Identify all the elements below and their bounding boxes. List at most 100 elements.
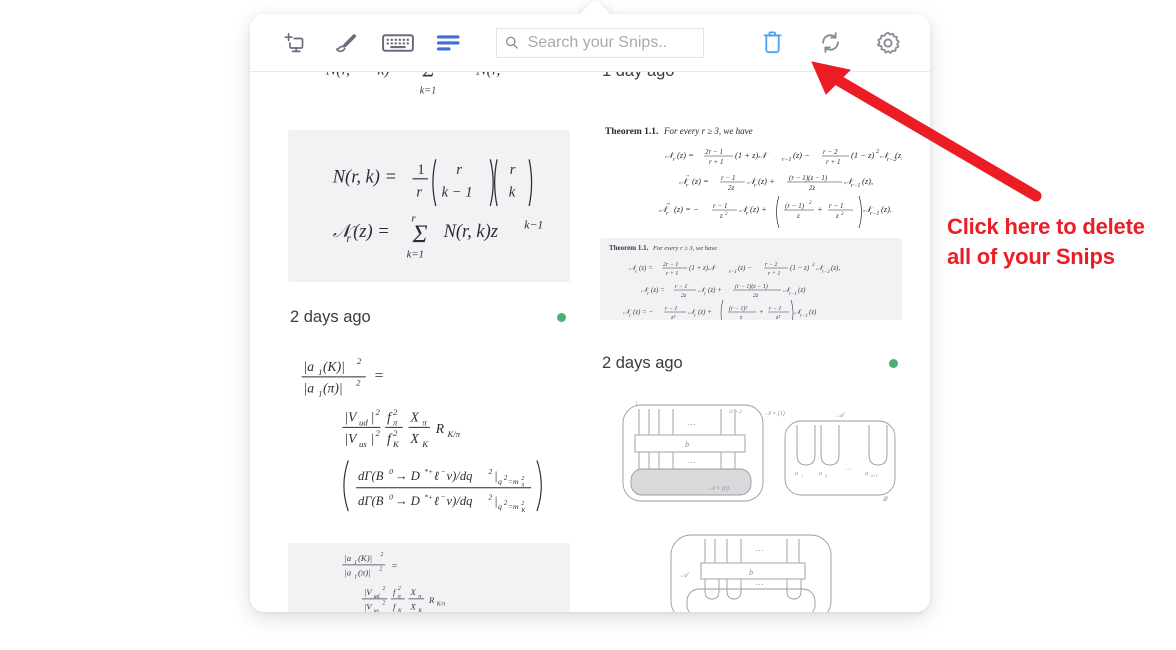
svg-text:N(r, k)z: N(r, k)z xyxy=(443,221,498,242)
svg-text:z: z xyxy=(796,212,800,220)
snip-item[interactable]: ⋯ ⋯ b 𝒜 xyxy=(600,527,902,612)
svg-text:K/π: K/π xyxy=(436,602,447,608)
svg-text:(z) =: (z) = xyxy=(353,221,390,242)
svg-text:r + 1: r + 1 xyxy=(709,158,723,166)
svg-text:(r − 1)(z − 1): (r − 1)(z − 1) xyxy=(789,174,828,182)
diagram-pair-image: ⋯ ⋯ b 𝒩 × (0) 2r + 2 1 𝒩 × (1) ⋯ 𝒜 a1 a … xyxy=(622,402,896,503)
svg-text:𝒩: 𝒩 xyxy=(739,204,750,214)
svg-text:2: 2 xyxy=(825,473,827,478)
svg-text:N(r,: N(r, xyxy=(325,72,350,79)
svg-text:|a: |a xyxy=(344,553,351,563)
svg-text:f: f xyxy=(393,587,397,597)
snip-thumbnail: ⋯ ⋯ b 𝒩 × (0) 2r + 2 1 𝒩 × (1) ⋯ 𝒜 a1 a … xyxy=(600,391,902,513)
svg-text:*+: *+ xyxy=(424,467,433,476)
svg-text:r: r xyxy=(510,162,516,178)
svg-text:+: + xyxy=(759,308,764,316)
svg-text:2z: 2z xyxy=(728,184,735,192)
capture-tool-button[interactable] xyxy=(274,23,314,63)
svg-text:us: us xyxy=(374,609,380,612)
settings-button[interactable] xyxy=(868,23,908,63)
svg-text:⋯: ⋯ xyxy=(687,420,695,429)
svg-text:→ D: → D xyxy=(395,469,420,483)
snip-meta: 2 days ago xyxy=(600,328,902,385)
svg-text:r: r xyxy=(704,292,706,297)
delete-all-button[interactable] xyxy=(752,23,792,63)
svg-text:r: r xyxy=(746,211,749,217)
svg-text:2: 2 xyxy=(521,501,524,507)
svg-text:(z),: (z), xyxy=(895,150,902,160)
svg-text:⋯: ⋯ xyxy=(755,580,763,589)
svg-text:𝒩: 𝒩 xyxy=(747,176,758,186)
search-input[interactable] xyxy=(525,32,695,53)
svg-text:r−1: r−1 xyxy=(729,270,737,275)
svg-text:For every r ≥ 3, we have: For every r ≥ 3, we have xyxy=(663,126,753,136)
svg-text:r: r xyxy=(456,162,462,178)
svg-text:=m: =m xyxy=(508,502,519,511)
refresh-button[interactable] xyxy=(810,23,850,63)
svg-text:2r + 2: 2r + 2 xyxy=(729,410,742,415)
svg-text:=: = xyxy=(391,561,398,572)
svg-text:dΓ(B: dΓ(B xyxy=(358,494,384,508)
snips-grid: N(r, k) Σ N(r, k=1 xyxy=(250,72,930,612)
svg-text:2: 2 xyxy=(841,212,844,217)
trash-icon xyxy=(763,31,781,54)
svg-text:K/π: K/π xyxy=(446,429,460,439)
svg-text:2: 2 xyxy=(376,428,381,438)
svg-text:2: 2 xyxy=(382,601,385,607)
snip-item[interactable]: N(r, k) Σ N(r, k=1 xyxy=(288,72,570,102)
svg-text:a: a xyxy=(865,471,868,477)
snip-item[interactable]: ⋯ ⋯ b 𝒩 × (0) 2r + 2 1 𝒩 × (1) ⋯ 𝒜 a1 a … xyxy=(600,391,902,513)
search-icon xyxy=(505,36,518,49)
svg-text:(K)|: (K)| xyxy=(358,553,372,563)
svg-text:(z) −: (z) − xyxy=(793,150,810,160)
svg-text:2: 2 xyxy=(876,149,879,155)
svg-text:(z) +: (z) + xyxy=(708,286,722,294)
snip-item[interactable]: Theorem 1.1. For every r ≥ 3, we have 𝒩r… xyxy=(600,122,902,230)
svg-text:2: 2 xyxy=(357,356,362,366)
svg-text:r − 2: r − 2 xyxy=(765,262,777,268)
svg-text:(z),: (z), xyxy=(862,176,873,186)
svg-text:R: R xyxy=(435,421,445,436)
svg-text:−: − xyxy=(441,492,446,501)
snip-item[interactable]: Theorem 1.1. For every r ≥ 3, we have 𝒩r… xyxy=(600,238,902,320)
svg-text:r: r xyxy=(686,183,689,189)
svg-text:r − 1: r − 1 xyxy=(713,202,727,210)
svg-text:r−2: r−2 xyxy=(822,270,830,275)
svg-text:K: K xyxy=(421,439,429,449)
svg-text:r: r xyxy=(635,270,637,275)
svg-text:b: b xyxy=(685,440,689,449)
search-box[interactable] xyxy=(496,27,704,58)
svg-text:|V: |V xyxy=(364,602,373,612)
svg-text:|V: |V xyxy=(364,587,373,597)
svg-text:=: = xyxy=(374,368,385,385)
list-view-tool-button[interactable] xyxy=(430,23,470,63)
svg-text:r: r xyxy=(416,184,422,200)
snip-status-dot xyxy=(557,313,566,322)
toolbar xyxy=(250,14,930,72)
svg-text:|a: |a xyxy=(304,359,315,374)
svg-text:2: 2 xyxy=(521,476,524,482)
svg-text:(z).: (z). xyxy=(881,204,892,214)
svg-text:1: 1 xyxy=(635,402,638,407)
diagram-single-image: ⋯ ⋯ b 𝒜 xyxy=(670,534,832,612)
svg-text:𝒜: 𝒜 xyxy=(681,571,690,579)
snip-status-dot xyxy=(889,359,898,368)
svg-text:𝐵: 𝐵 xyxy=(883,496,888,503)
snips-column-left: N(r, k) Σ N(r, k=1 xyxy=(250,72,590,612)
snip-item[interactable]: |a 1 (K)| 2 |a 1 (π)| 2 = |V ud | 2 |V u… xyxy=(288,349,570,535)
svg-text:0: 0 xyxy=(389,492,393,501)
svg-text:ℓ: ℓ xyxy=(434,469,439,483)
toolbar-actions xyxy=(752,23,908,63)
theorem-heading: Theorem 1.1. xyxy=(605,127,658,137)
svg-text:R: R xyxy=(428,595,435,605)
svg-text:r − 2: r − 2 xyxy=(823,148,838,156)
snips-scroll-area[interactable]: N(r, k) Σ N(r, k=1 xyxy=(250,72,930,612)
snip-item[interactable]: N(r, k) = 1 r r k − 1 r k 𝒩 r (z) = Σ r … xyxy=(288,130,570,282)
svg-text:−: − xyxy=(441,467,446,476)
keyboard-tool-button[interactable] xyxy=(378,23,418,63)
annotation-label: Click here to delete all of your Snips xyxy=(947,214,1145,270)
svg-text:k: k xyxy=(509,184,516,200)
svg-text:π: π xyxy=(422,417,427,427)
snip-item[interactable]: |a 1 (K)| 2 |a 1 (π)| 2 = |V ud 2 |V us … xyxy=(288,543,570,612)
draw-tool-button[interactable] xyxy=(326,23,366,63)
